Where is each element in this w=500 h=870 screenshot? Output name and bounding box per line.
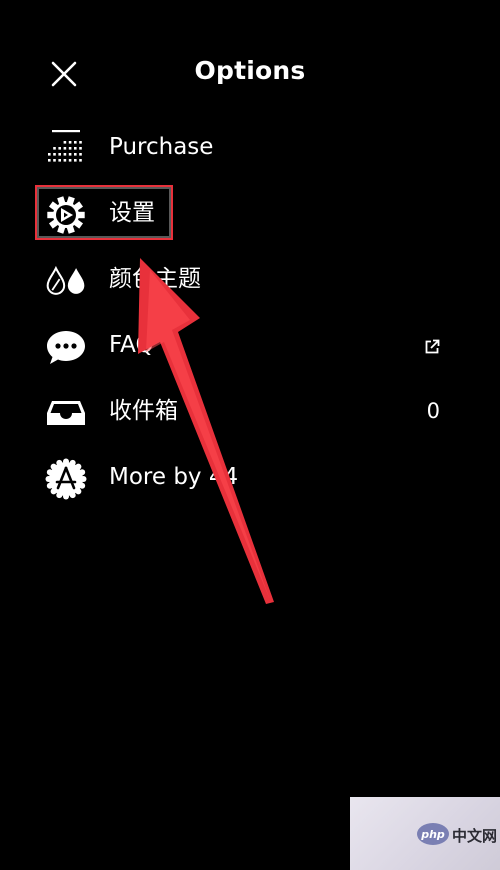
menu-item-purchase[interactable]: Purchase xyxy=(0,114,500,180)
gear-icon xyxy=(44,193,88,237)
menu-item-label: 颜色主题 xyxy=(109,266,201,292)
page-title: Options xyxy=(194,56,306,85)
menu-item-label: Purchase xyxy=(109,134,214,160)
chat-bubble-icon xyxy=(44,325,88,369)
menu-item-inbox[interactable]: 收件箱 0 xyxy=(0,378,500,444)
inbox-count-badge: 0 xyxy=(426,399,440,423)
watermark-text: 中文网 xyxy=(452,827,498,845)
menu-item-faq[interactable]: FAQ xyxy=(0,312,500,378)
purchase-grid-icon xyxy=(44,127,88,171)
menu-item-label: 收件箱 xyxy=(109,398,178,424)
php-logo: php xyxy=(417,823,449,845)
inbox-tray-icon xyxy=(44,391,88,435)
watermark: php 中文网 xyxy=(350,797,500,870)
menu-item-color-theme[interactable]: 颜色主题 xyxy=(0,246,500,312)
menu-item-label: More by 44 xyxy=(109,464,239,490)
menu-item-label: 设置 xyxy=(109,200,155,226)
app-store-icon xyxy=(44,457,88,501)
drops-icon xyxy=(44,259,88,303)
external-link-icon xyxy=(424,334,440,362)
menu-item-more-by[interactable]: More by 44 xyxy=(0,444,500,510)
menu-item-settings[interactable]: 设置 xyxy=(0,180,500,246)
menu-item-label: FAQ xyxy=(109,332,154,358)
